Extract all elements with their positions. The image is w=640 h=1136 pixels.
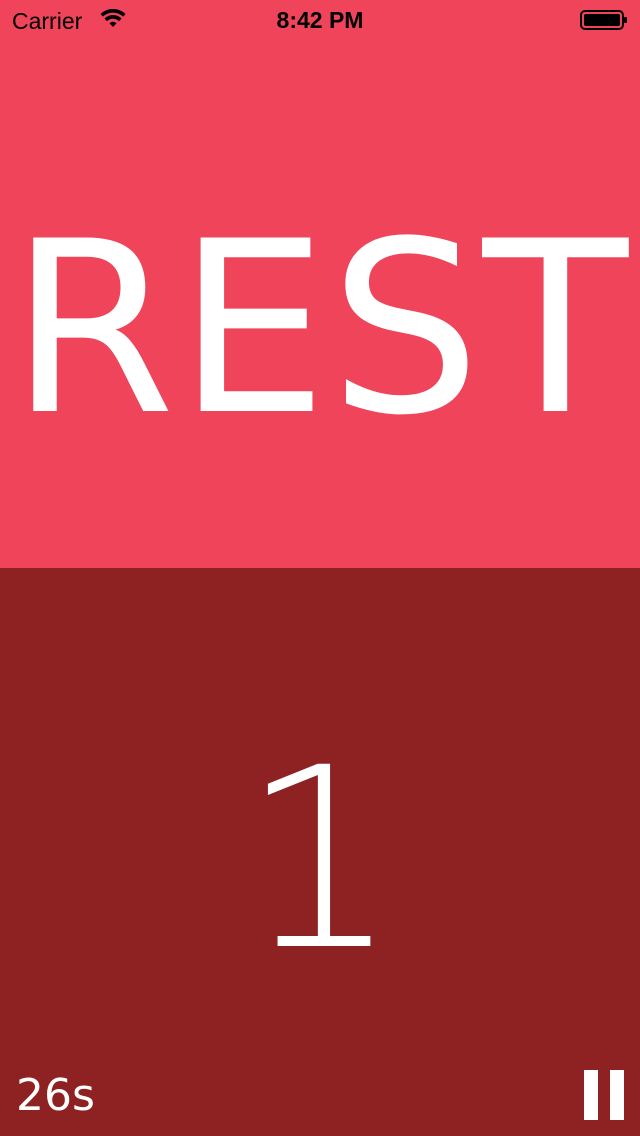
time-remaining: 26s: [16, 1070, 95, 1121]
pause-icon: [610, 1070, 624, 1120]
phase-panel: Carrier 8:42 PM REST: [0, 0, 640, 568]
phase-label: REST: [9, 191, 631, 468]
pause-icon: [584, 1070, 598, 1120]
timer-screen: Carrier 8:42 PM REST 1 26s: [0, 0, 640, 1136]
status-time: 8:42 PM: [276, 7, 364, 33]
round-number: 1: [240, 714, 400, 1005]
status-bar: Carrier 8:42 PM: [0, 0, 640, 40]
pause-button[interactable]: [582, 1070, 626, 1122]
battery-icon: [580, 10, 627, 30]
